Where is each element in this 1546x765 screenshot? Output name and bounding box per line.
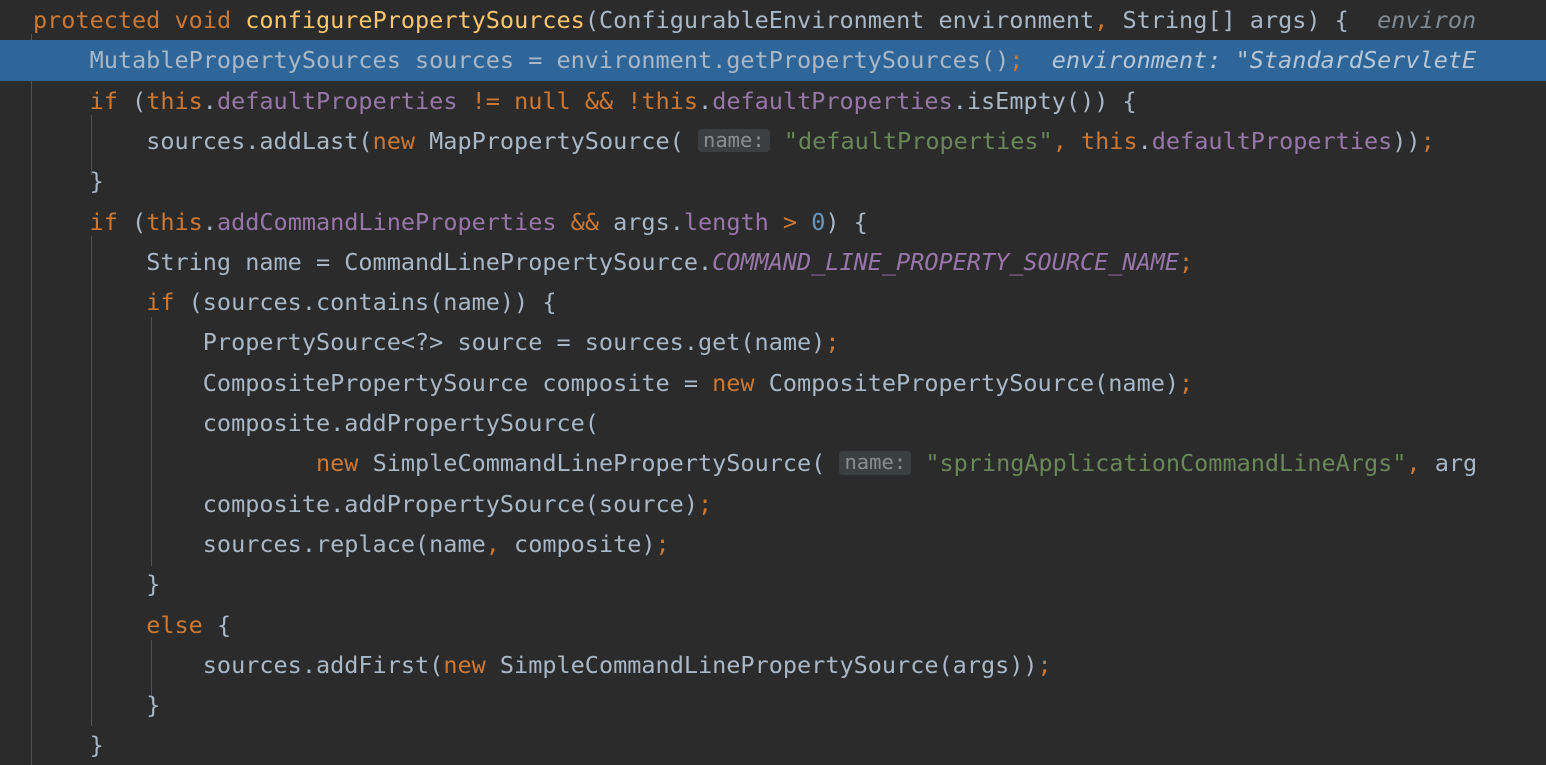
code-line-17[interactable]: }	[0, 685, 1546, 725]
code-line-7-content: if (sources.contains(name)) {	[146, 288, 557, 317]
code-line-1[interactable]: MutablePropertySources sources = environ…	[0, 40, 1546, 81]
code-line-0-content: protected void configurePropertySources(…	[33, 6, 1477, 34]
code-line-1-content: MutablePropertySources sources = environ…	[89, 46, 1477, 75]
code-line-6-content: String name = CommandLinePropertySource.…	[146, 247, 1194, 276]
param-name-hint-badge: name:	[697, 128, 770, 153]
code-line-3-content: sources.addLast(new MapPropertySource( n…	[146, 126, 1435, 155]
code-line-12[interactable]: composite.addPropertySource(source);	[0, 484, 1546, 524]
code-line-15[interactable]: else {	[0, 605, 1546, 645]
code-line-18-content: }	[89, 731, 104, 760]
code-line-3[interactable]: sources.addLast(new MapPropertySource( n…	[0, 121, 1546, 161]
code-line-13[interactable]: sources.replace(name, composite);	[0, 524, 1546, 564]
code-editor[interactable]: protected void configurePropertySources(…	[0, 0, 1546, 765]
param-name-hint-badge: name:	[839, 451, 912, 475]
code-line-9-content: CompositePropertySource composite = new …	[202, 368, 1194, 397]
code-line-4[interactable]: }	[0, 161, 1546, 201]
code-line-10[interactable]: composite.addPropertySource(	[0, 403, 1546, 443]
code-line-2-content: if (this.defaultProperties != null && !t…	[89, 86, 1137, 115]
code-line-17-content: }	[146, 691, 161, 720]
inline-debug-hint-0: environ	[1377, 6, 1477, 34]
code-line-5[interactable]: if (this.addCommandLineProperties && arg…	[0, 202, 1546, 242]
code-line-12-content: composite.addPropertySource(source);	[202, 489, 713, 518]
code-line-11-content: new SimpleCommandLinePropertySource( nam…	[315, 449, 1478, 478]
code-line-6[interactable]: String name = CommandLinePropertySource.…	[0, 242, 1546, 282]
code-line-2[interactable]: if (this.defaultProperties != null && !t…	[0, 81, 1546, 121]
inline-debug-hint-1: environment: "StandardServletE	[1051, 46, 1477, 75]
code-line-18[interactable]: }	[0, 725, 1546, 765]
code-line-9[interactable]: CompositePropertySource composite = new …	[0, 363, 1546, 403]
code-line-15-content: else {	[146, 610, 232, 639]
code-line-14-content: }	[146, 570, 161, 599]
code-line-4-content: }	[89, 167, 104, 196]
code-line-10-content: composite.addPropertySource(	[202, 409, 599, 437]
code-line-8[interactable]: PropertySource<?> source = sources.get(n…	[0, 322, 1546, 362]
code-line-14[interactable]: }	[0, 564, 1546, 604]
code-line-11[interactable]: new SimpleCommandLinePropertySource( nam…	[0, 443, 1546, 483]
code-line-7[interactable]: if (sources.contains(name)) {	[0, 282, 1546, 322]
code-line-13-content: sources.replace(name, composite);	[202, 529, 670, 558]
code-line-0[interactable]: protected void configurePropertySources(…	[0, 0, 1546, 40]
code-line-5-content: if (this.addCommandLineProperties && arg…	[89, 207, 868, 236]
code-line-16-content: sources.addFirst(new SimpleCommandLinePr…	[202, 650, 1052, 679]
code-line-8-content: PropertySource<?> source = sources.get(n…	[202, 328, 840, 357]
code-line-16[interactable]: sources.addFirst(new SimpleCommandLinePr…	[0, 645, 1546, 685]
